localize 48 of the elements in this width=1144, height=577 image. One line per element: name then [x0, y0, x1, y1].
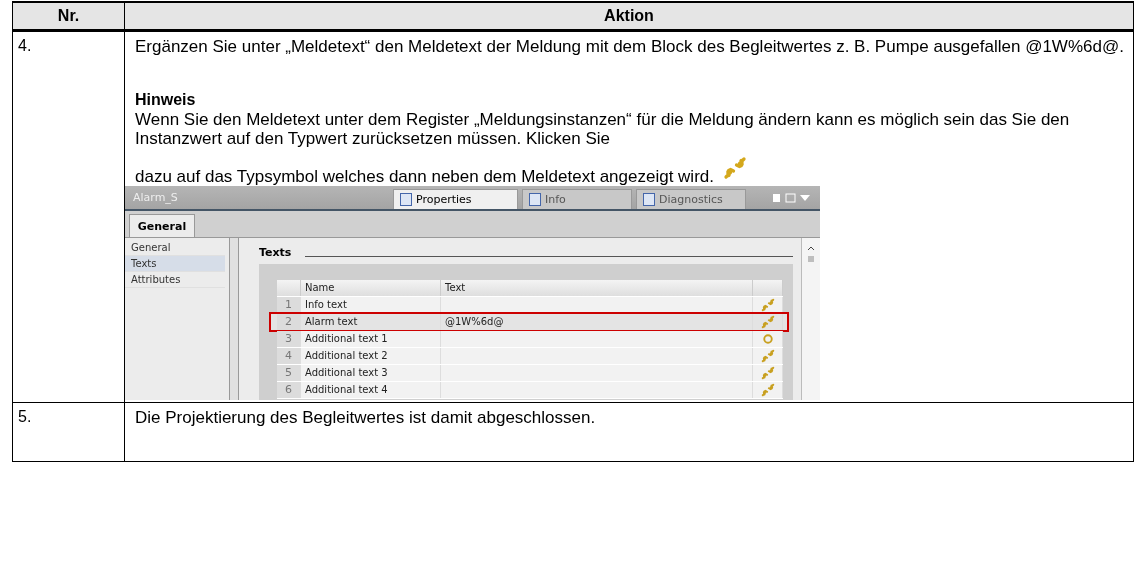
row-number: 3 [277, 331, 301, 347]
table-cell: Additional text 4 [301, 382, 441, 398]
column-header: Aktion [125, 1, 1133, 32]
window-controls-icon[interactable] [772, 192, 812, 204]
section-title: Texts [259, 246, 292, 259]
row-number: 5 [277, 365, 301, 381]
tab-icon [643, 193, 655, 206]
table-row[interactable]: 6 Additional text 4 [277, 382, 783, 399]
instruction-text: Wenn Sie den Meldetext unter dem Register „Meldungsinstanzen“ für die Meldung ändern kann es möglich sein das Sie den Instanzwert auf den Typwert zurücksetzen müssen. Klicken Sie [135, 110, 1071, 148]
table-row[interactable]: 2 Alarm text @1W%6d@ [269, 312, 789, 332]
note-heading: Hinweis [135, 90, 197, 110]
table-row[interactable]: 4 Additional text 2 [277, 348, 783, 365]
table-cell: Additional text 3 [301, 365, 441, 381]
chain-link-icon [760, 383, 775, 397]
nav-item[interactable]: Attributes [125, 272, 225, 288]
table-row[interactable]: 5 Additional text 3 [277, 365, 783, 382]
table-cell: Alarm text [301, 314, 441, 330]
splitter[interactable] [229, 238, 239, 400]
column-header: Name [301, 280, 441, 296]
row-number: 4 [277, 348, 301, 364]
instruction-text: Ergänzen Sie unter „Meldetext“ den Meldetext der Meldung mit dem Block des Begleitwertes z. B. Pumpe ausgefallen @1W%6d@. [135, 37, 1125, 56]
chain-link-icon [760, 315, 775, 329]
row-number: 1 [277, 297, 301, 313]
nav-item[interactable]: Texts [125, 256, 225, 272]
scrollbar[interactable] [801, 238, 820, 400]
instruction-text: dazu auf das Typsymbol welches dann neben dem Meldetext angezeigt wird. [135, 167, 714, 186]
panel-tab[interactable]: Diagnostics [636, 189, 746, 209]
chain-link-icon [760, 298, 775, 312]
section-tab[interactable]: General [129, 214, 195, 237]
scroll-arrow-icon[interactable] [806, 244, 816, 264]
chain-link-icon [722, 156, 748, 180]
column-header: Nr. [13, 1, 125, 32]
chain-link-icon [760, 349, 775, 363]
step-number: 5. [13, 403, 125, 462]
tab-icon [400, 193, 412, 206]
table-cell: Additional text 1 [301, 331, 441, 347]
row-number: 6 [277, 382, 301, 398]
panel-tab[interactable]: Info [522, 189, 632, 209]
row-number: 2 [277, 314, 301, 330]
instruction-text: Die Projektierung des Begleitwertes ist damit abgeschlossen. [135, 408, 597, 427]
panel-tab[interactable]: Properties [393, 189, 518, 209]
chain-link-icon [760, 366, 775, 380]
table-cell: Additional text 2 [301, 348, 441, 364]
panel-title: Alarm_S [132, 191, 179, 206]
table-row[interactable]: 3 Additional text 1 [277, 331, 783, 348]
column-header: Text [441, 280, 753, 296]
tab-icon [529, 193, 541, 206]
table-cell: @1W%6d@ [445, 316, 504, 327]
